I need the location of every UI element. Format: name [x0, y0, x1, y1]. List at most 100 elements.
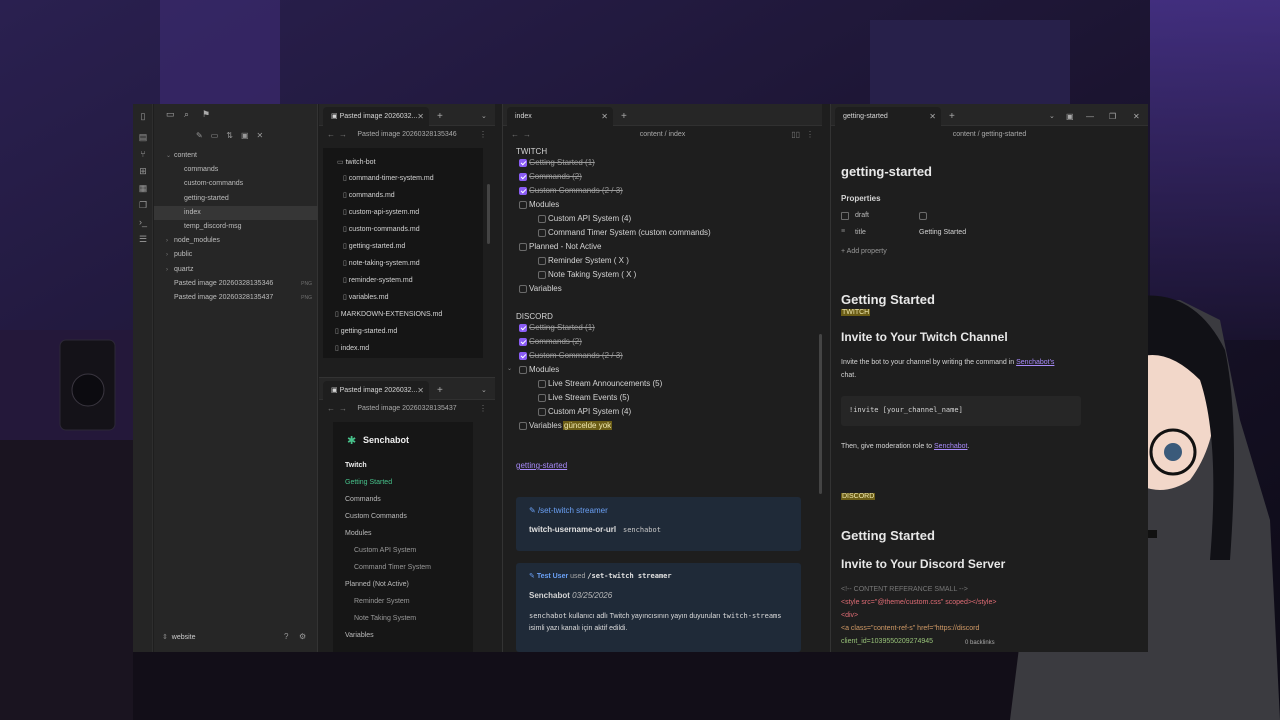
help-icon[interactable]: ?: [284, 632, 288, 641]
more-icon[interactable]: ⋮: [806, 126, 814, 144]
task-checkbox[interactable]: [519, 243, 527, 251]
task-checkbox[interactable]: [519, 366, 527, 374]
file-badge: PNG: [301, 295, 312, 301]
task-checkbox[interactable]: [519, 285, 527, 293]
site-nav-item[interactable]: Custom API System: [354, 547, 416, 554]
task-checkbox[interactable]: [538, 380, 546, 388]
tree-item-index[interactable]: index: [154, 205, 318, 220]
chevron-down-icon[interactable]: ⌄: [481, 381, 487, 400]
chevron-updown-icon: ⇕: [162, 634, 168, 641]
ribbon: ▯ ▤ ⑂ ⊞ ▦ ❐ ›_ ☰: [133, 104, 153, 652]
back-icon[interactable]: ←: [327, 126, 335, 144]
task-checkbox[interactable]: [519, 422, 527, 430]
scrollbar[interactable]: [819, 334, 822, 494]
site-nav-item[interactable]: Note Taking System: [354, 615, 416, 622]
site-nav-item[interactable]: Variables: [345, 632, 374, 639]
search-icon[interactable]: ⌕: [184, 109, 189, 120]
task-checkbox[interactable]: [538, 215, 546, 223]
file-icon[interactable]: ▤: [138, 132, 148, 142]
vault-switcher[interactable]: ⇕ website: [162, 633, 196, 641]
site-nav-item[interactable]: Commands: [345, 496, 381, 503]
canvas-icon[interactable]: ⊞: [138, 166, 148, 176]
add-property-button[interactable]: + Add property: [841, 248, 887, 255]
task-checkbox[interactable]: [519, 352, 527, 360]
task-checkbox[interactable]: [538, 257, 546, 265]
site-nav-item[interactable]: Planned (Not Active): [345, 581, 409, 588]
tree-item-public[interactable]: › public: [154, 248, 318, 262]
calendar-icon[interactable]: ▦: [138, 183, 148, 193]
draft-checkbox[interactable]: [919, 212, 927, 220]
new-tab-icon[interactable]: +: [437, 381, 443, 400]
prop-title-value[interactable]: Getting Started: [919, 229, 966, 236]
back-icon[interactable]: ←: [511, 126, 519, 144]
task-checkbox[interactable]: [519, 201, 527, 209]
forward-icon[interactable]: →: [523, 126, 531, 144]
tab-pasted-image-1[interactable]: ▣ Pasted image 2026032... ✕: [323, 107, 429, 126]
task-checkbox[interactable]: [538, 394, 546, 402]
forward-icon[interactable]: →: [339, 126, 347, 144]
twitch-heading: TWITCH: [516, 147, 548, 156]
task-checkbox[interactable]: [519, 159, 527, 167]
task-checkbox[interactable]: [519, 187, 527, 195]
chevron-down-icon[interactable]: ⌄: [481, 107, 487, 126]
site-nav-item[interactable]: Getting Started: [345, 479, 392, 486]
terminal-icon[interactable]: ›_: [138, 217, 148, 227]
embedded-file: ▯ custom-commands.md: [343, 225, 420, 233]
tab-index[interactable]: index ✕: [507, 107, 613, 126]
task-checkbox[interactable]: [538, 408, 546, 416]
discord-checklist: Getting Started (1) Commands (2) Custom Co…: [503, 323, 822, 435]
site-nav-item[interactable]: Command Timer System: [354, 564, 431, 571]
sidebar-toggle-icon[interactable]: ▯: [138, 111, 148, 121]
task-checkbox[interactable]: [519, 338, 527, 346]
site-nav-item[interactable]: Modules: [345, 530, 371, 537]
file-label: getting-started.md: [340, 328, 398, 335]
new-tab-icon[interactable]: +: [437, 107, 443, 126]
site-nav-item[interactable]: Custom Commands: [345, 513, 407, 520]
bookmark-icon[interactable]: ⚑: [202, 109, 210, 120]
close-icon[interactable]: ✕: [417, 381, 424, 400]
explorer-toolbar[interactable]: ✎▭⇅▣✕: [196, 131, 271, 140]
collapse-chevron-icon[interactable]: ⌄: [507, 365, 512, 372]
back-icon[interactable]: ←: [327, 400, 335, 418]
close-icon[interactable]: ✕: [601, 107, 608, 126]
getting-started-link[interactable]: getting-started: [516, 461, 567, 470]
list-icon[interactable]: ☰: [138, 234, 148, 244]
more-icon[interactable]: ⋮: [479, 400, 487, 418]
task-checkbox[interactable]: [519, 173, 527, 181]
tree-item-Pasted-image-20260328135437[interactable]: Pasted image 20260328135437 PNG: [154, 291, 318, 305]
tree-item-Pasted-image-20260328135346[interactable]: Pasted image 20260328135346 PNG: [154, 277, 318, 291]
graph-icon[interactable]: ⑂: [138, 149, 148, 159]
task-checkbox[interactable]: [538, 271, 546, 279]
tree-item-getting-started[interactable]: getting-started: [154, 192, 318, 206]
scrollbar[interactable]: [487, 184, 490, 244]
close-window-icon[interactable]: ✕: [1133, 107, 1140, 126]
tab-getting-started[interactable]: getting-started ✕: [835, 107, 941, 126]
tree-item-quartz[interactable]: › quartz: [154, 263, 318, 277]
copy-icon[interactable]: ❐: [138, 200, 148, 210]
close-icon[interactable]: ✕: [929, 107, 936, 126]
tree-item-content[interactable]: ⌄ content: [154, 149, 318, 163]
tree-item-node_modules[interactable]: › node_modules: [154, 234, 318, 248]
task-checkbox[interactable]: [519, 324, 527, 332]
file-label: command-timer-system.md: [348, 175, 434, 182]
task-checkbox[interactable]: [538, 229, 546, 237]
settings-gear-icon[interactable]: ⚙: [299, 632, 306, 641]
note-title[interactable]: getting-started: [841, 164, 932, 179]
tree-item-custom-commands[interactable]: custom-commands: [154, 177, 318, 191]
tree-item-temp_discord-msg[interactable]: temp_discord-msg: [154, 220, 318, 234]
site-nav-item[interactable]: Reminder System: [354, 598, 410, 605]
forward-icon[interactable]: →: [339, 400, 347, 418]
chevron-down-icon[interactable]: ⌄: [1049, 107, 1055, 126]
close-icon[interactable]: ✕: [417, 107, 424, 126]
tab-pasted-image-2[interactable]: ▣ Pasted image 2026032... ✕: [323, 381, 429, 400]
tree-item-commands[interactable]: commands: [154, 163, 318, 177]
reading-view-icon[interactable]: ▯▯: [791, 126, 800, 144]
status-backlinks[interactable]: 0 backlinks: [965, 640, 995, 646]
layout-icon[interactable]: ▣: [1066, 107, 1074, 126]
minimize-icon[interactable]: —: [1086, 107, 1094, 126]
new-tab-icon[interactable]: +: [949, 107, 955, 126]
folder-icon[interactable]: ▭: [166, 109, 175, 120]
more-icon[interactable]: ⋮: [479, 126, 487, 144]
maximize-icon[interactable]: ❐: [1109, 107, 1116, 126]
new-tab-icon[interactable]: +: [621, 107, 627, 126]
